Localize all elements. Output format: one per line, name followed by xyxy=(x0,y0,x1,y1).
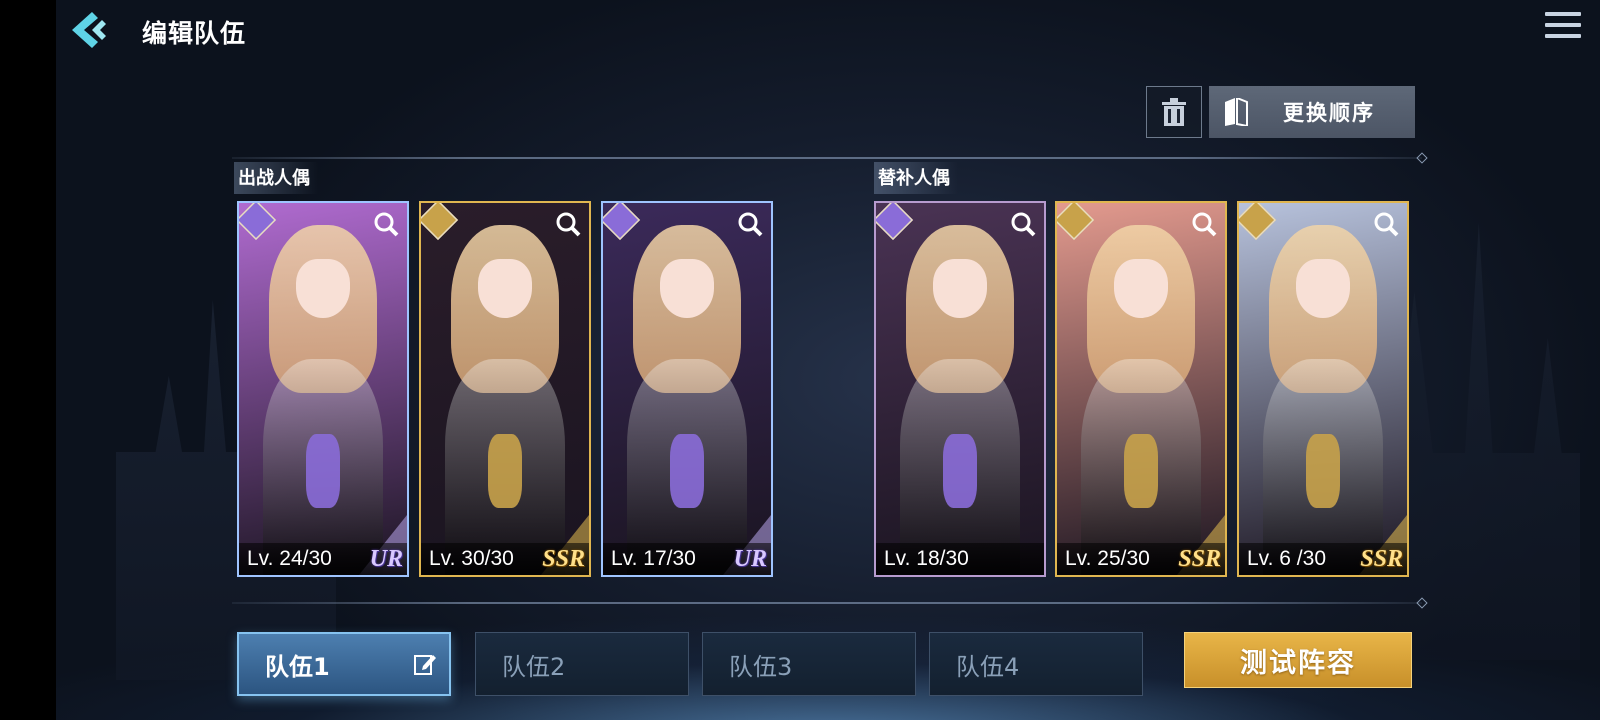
character-face xyxy=(296,258,350,319)
character-face xyxy=(933,258,987,319)
character-portrait xyxy=(876,203,1044,575)
reorder-label: 更换顺序 xyxy=(1283,101,1375,125)
hamburger-menu-icon[interactable] xyxy=(1545,12,1581,44)
active-section-label: 出战人偶 xyxy=(234,162,318,194)
team-tab-label: 队伍4 xyxy=(956,652,1020,681)
character-face xyxy=(660,258,714,319)
magnify-icon[interactable] xyxy=(555,211,581,237)
team-tab-label: 队伍1 xyxy=(265,652,330,681)
level-text: Lv. 30/30 xyxy=(429,547,514,570)
character-face xyxy=(1114,258,1168,319)
level-text: Lv. 17/30 xyxy=(611,547,696,570)
active-card[interactable]: Lv. 17/30 UR xyxy=(601,201,773,577)
test-lineup-label: 测试阵容 xyxy=(1240,647,1356,679)
test-lineup-button[interactable]: 测试阵容 xyxy=(1184,632,1412,688)
level-bar: Lv. 18/30 xyxy=(876,543,1044,575)
character-face xyxy=(1296,258,1350,319)
rarity-badge: SSR xyxy=(542,546,585,572)
chevron-left-icon xyxy=(72,12,106,48)
tab-team-3[interactable]: 队伍3 xyxy=(702,632,916,696)
magnify-icon[interactable] xyxy=(1010,211,1036,237)
edit-icon[interactable] xyxy=(413,652,437,676)
active-card[interactable]: Lv. 30/30 SSR xyxy=(419,201,591,577)
chibi-sprite xyxy=(1124,433,1158,509)
top-divider xyxy=(232,157,1422,159)
delete-button[interactable] xyxy=(1146,86,1202,138)
chibi-sprite xyxy=(1306,433,1340,509)
bottom-divider xyxy=(232,602,1422,604)
level-text: Lv. 24/30 xyxy=(247,547,332,570)
reserve-card[interactable]: Lv. 18/30 xyxy=(874,201,1046,577)
tab-team-1[interactable]: 队伍1 xyxy=(237,632,451,696)
rarity-badge: UR xyxy=(733,546,767,572)
character-face xyxy=(478,258,532,319)
rarity-badge: SSR xyxy=(1178,546,1221,572)
magnify-icon[interactable] xyxy=(1373,211,1399,237)
tab-team-2[interactable]: 队伍2 xyxy=(475,632,689,696)
level-text: Lv. 18/30 xyxy=(884,547,969,570)
level-text: Lv. 25/30 xyxy=(1065,547,1150,570)
chibi-sprite xyxy=(306,433,340,509)
level-text: Lv. 6 /30 xyxy=(1247,547,1326,570)
reorder-button[interactable]: 更换顺序 xyxy=(1209,86,1415,138)
trash-icon xyxy=(1162,98,1186,126)
chibi-sprite xyxy=(670,433,704,509)
rarity-badge: UR xyxy=(369,546,403,572)
rarity-badge: SSR xyxy=(1360,546,1403,572)
magnify-icon[interactable] xyxy=(1191,211,1217,237)
page-title: 编辑队伍 xyxy=(142,19,247,48)
magnify-icon[interactable] xyxy=(373,211,399,237)
active-card[interactable]: Lv. 24/30 UR xyxy=(237,201,409,577)
tab-team-4[interactable]: 队伍4 xyxy=(929,632,1143,696)
chibi-sprite xyxy=(943,433,977,509)
reserve-card[interactable]: Lv. 6 /30 SSR xyxy=(1237,201,1409,577)
chibi-sprite xyxy=(488,433,522,509)
reserve-card[interactable]: Lv. 25/30 SSR xyxy=(1055,201,1227,577)
team-tab-label: 队伍3 xyxy=(729,652,793,681)
back-button[interactable] xyxy=(62,8,112,52)
magnify-icon[interactable] xyxy=(737,211,763,237)
book-icon xyxy=(1225,98,1248,126)
reserve-section-label: 替补人偶 xyxy=(874,162,958,194)
team-tab-label: 队伍2 xyxy=(502,652,566,681)
